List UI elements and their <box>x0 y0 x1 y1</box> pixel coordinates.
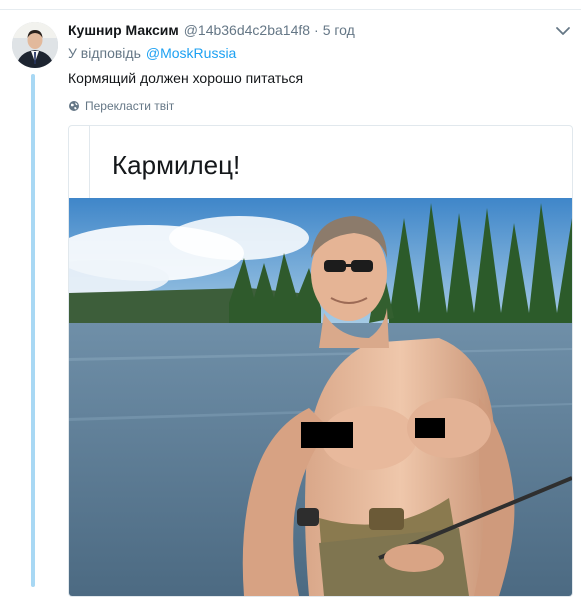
quoted-text: Кармилец! <box>112 150 241 180</box>
separator-dot: · <box>314 22 319 38</box>
quoted-text-area: Кармилец! <box>89 126 572 198</box>
translate-label: Перекласти твіт <box>85 99 175 113</box>
avatar[interactable] <box>12 22 58 68</box>
username-handle[interactable]: @14b36d4c2ba14f8 <box>184 22 310 38</box>
reply-mention-link[interactable]: @MoskRussia <box>146 45 236 61</box>
tweet-text: Кормящий должен хорошо питаться <box>68 70 304 86</box>
reply-prefix: У відповідь <box>68 45 141 61</box>
translate-tweet-button[interactable]: Перекласти твіт <box>68 99 174 113</box>
display-name[interactable]: Кушнир Максим <box>68 22 179 38</box>
top-divider <box>0 0 581 10</box>
tweet[interactable]: Кушнир Максим @14b36d4c2ba14f8 · 5 год У… <box>0 0 581 597</box>
globe-icon <box>69 101 79 111</box>
reply-context: У відповідь @MoskRussia <box>68 45 236 61</box>
quoted-photo[interactable] <box>69 198 572 596</box>
chevron-down-icon[interactable] <box>554 24 572 38</box>
tweet-header: Кушнир Максим @14b36d4c2ba14f8 · 5 год <box>68 22 355 42</box>
timestamp[interactable]: 5 год <box>323 22 355 38</box>
quoted-tweet-card[interactable]: Кармилец! <box>68 125 573 597</box>
thread-connector-line <box>31 74 35 587</box>
